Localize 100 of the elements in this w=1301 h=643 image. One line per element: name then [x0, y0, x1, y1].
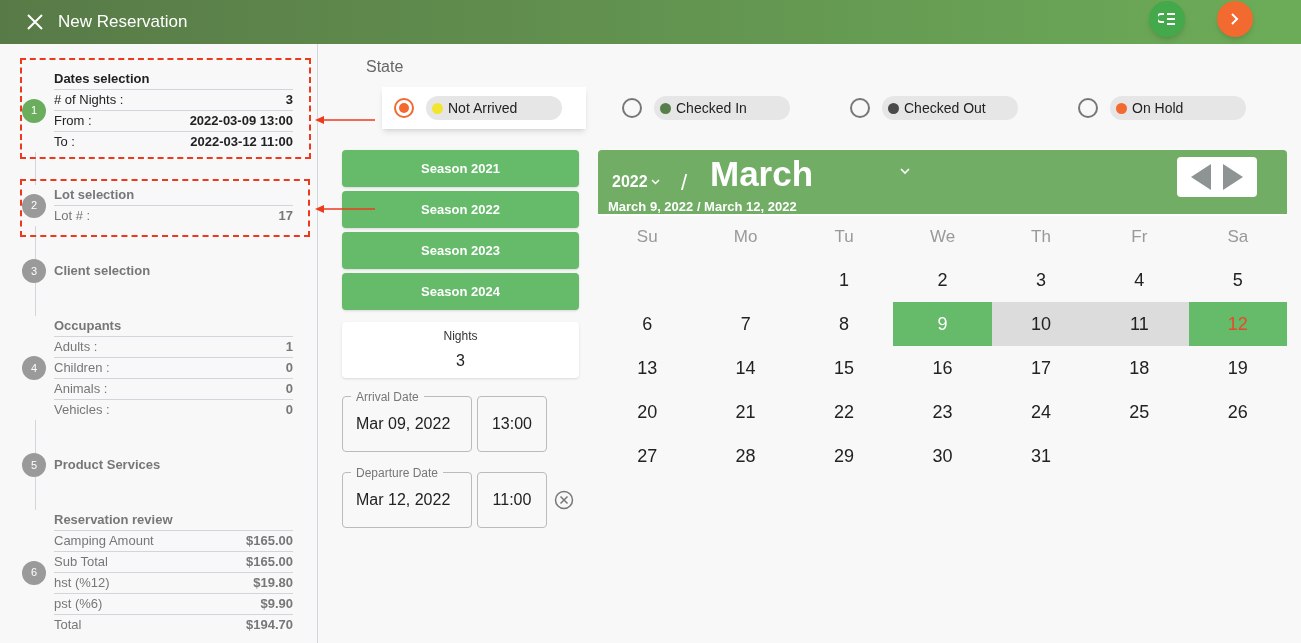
calendar-day[interactable]: 28 — [696, 434, 795, 478]
calendar-day[interactable]: 19 — [1188, 346, 1287, 390]
calendar-day[interactable]: 27 — [598, 434, 697, 478]
calendar-day[interactable]: 4 — [1090, 258, 1189, 302]
field-value: $19.80 — [253, 574, 293, 593]
radio-button[interactable] — [1078, 98, 1098, 118]
radio-button[interactable] — [622, 98, 642, 118]
pointer-arrow — [315, 115, 375, 125]
next-button[interactable] — [1217, 1, 1253, 37]
calendar-day[interactable]: 25 — [1090, 390, 1189, 434]
weekday-label: Tu — [833, 226, 855, 249]
field-label: # of Nights : — [54, 91, 124, 110]
calendar-day[interactable]: 31 — [991, 434, 1091, 478]
time-field[interactable]: 11:00 — [477, 472, 547, 528]
previous-icon[interactable] — [1191, 164, 1211, 190]
chevron-right-icon — [1231, 13, 1239, 25]
weekday-label: Fr — [1130, 226, 1149, 249]
calendar-day[interactable]: 26 — [1188, 390, 1287, 434]
nights-value: 3 — [456, 351, 465, 371]
field-value: 2022-03-09 13:00 — [189, 112, 293, 131]
field-value: $194.70 — [246, 616, 293, 635]
calendar-day[interactable]: 22 — [794, 390, 894, 434]
step-title: Occupants — [54, 317, 123, 335]
status-label: Not Arrived — [448, 98, 518, 118]
field-label: Adults : — [54, 338, 98, 357]
calendar-day[interactable]: 11 — [1090, 302, 1189, 346]
calendar-day[interactable]: 7 — [696, 302, 795, 346]
calendar-day[interactable]: 18 — [1090, 346, 1189, 390]
calendar-day[interactable]: 15 — [794, 346, 894, 390]
clear-button[interactable] — [554, 490, 574, 510]
field-value: 2022-03-12 11:00 — [190, 133, 293, 152]
field-label: From : — [54, 112, 92, 131]
field-value: $165.00 — [246, 553, 293, 572]
chevron-down-icon[interactable] — [900, 168, 910, 175]
weekday-label: Mo — [732, 226, 759, 249]
weekday-label: We — [928, 226, 957, 249]
close-icon — [27, 14, 43, 30]
calendar-day[interactable]: 29 — [794, 434, 894, 478]
field-label: Camping Amount — [54, 532, 154, 551]
window-title: New Reservation — [58, 11, 188, 34]
field-label: Vehicles : — [54, 401, 110, 420]
field-label: To : — [54, 133, 75, 152]
status-label: Checked In — [676, 98, 747, 118]
month-title: March — [710, 156, 814, 191]
calendar-day[interactable]: 8 — [794, 302, 894, 346]
section-label: State — [366, 57, 404, 77]
calendar-day[interactable]: 23 — [893, 390, 992, 434]
calendar-day[interactable]: 1 — [794, 258, 894, 302]
step-title: Dates selection — [54, 70, 151, 88]
calendar-day[interactable]: 14 — [696, 346, 795, 390]
field-label: Sub Total — [54, 553, 108, 572]
step-title: Client selection — [54, 262, 152, 280]
field-value: 1 — [285, 338, 293, 357]
field-label: Total — [54, 616, 82, 635]
field-value: 17 — [278, 207, 293, 226]
status-label: On Hold — [1132, 98, 1184, 118]
calendar-day[interactable]: 3 — [991, 258, 1091, 302]
calendar-day[interactable]: 10 — [991, 302, 1091, 346]
field-label: pst (%6) — [54, 595, 103, 614]
date-range: March 9, 2022 / March 12, 2022 — [608, 198, 797, 216]
next-icon[interactable] — [1223, 164, 1243, 190]
calendar-day[interactable]: 21 — [696, 390, 795, 434]
field-label: Animals : — [54, 380, 108, 399]
calendar-day[interactable]: 13 — [598, 346, 697, 390]
step-title: Reservation review — [54, 511, 174, 529]
calendar-day[interactable]: 2 — [893, 258, 992, 302]
field-label: hst (%12) — [54, 574, 110, 593]
step-number: 5 — [22, 453, 46, 477]
step-title: Product Services — [54, 456, 162, 474]
calendar-day[interactable]: 6 — [598, 302, 697, 346]
step-number: 4 — [22, 356, 46, 380]
calendar-day[interactable]: 5 — [1188, 258, 1287, 302]
calendar-day[interactable]: 20 — [598, 390, 697, 434]
radio-button[interactable] — [394, 98, 414, 118]
separator: / — [681, 169, 688, 197]
chevron-down-icon — [650, 179, 660, 185]
weekday-label: Th — [1030, 226, 1052, 249]
list-button[interactable] — [1149, 1, 1185, 37]
step-number: 6 — [22, 560, 46, 585]
field-value: $165.00 — [246, 532, 293, 551]
step-number: 1 — [22, 98, 46, 123]
step-title: Lot selection — [54, 186, 136, 204]
field-value: $9.90 — [260, 595, 293, 614]
weekday-label: Sa — [1226, 226, 1250, 249]
status-label: Checked Out — [904, 98, 986, 118]
calendar-day[interactable]: 24 — [991, 390, 1091, 434]
nights-label: Nights — [443, 328, 478, 345]
pointer-arrow — [315, 204, 375, 214]
radio-button[interactable] — [850, 98, 870, 118]
calendar-day[interactable]: 30 — [893, 434, 992, 478]
field-value: 3 — [285, 91, 293, 110]
list-icon — [1158, 12, 1176, 26]
calendar-day[interactable]: 17 — [991, 346, 1091, 390]
weekday-label: Su — [635, 226, 659, 249]
step-number: 2 — [22, 193, 46, 218]
field-label: Lot # : — [54, 207, 91, 226]
calendar-day[interactable]: 16 — [893, 346, 992, 390]
time-field[interactable]: 13:00 — [477, 396, 547, 452]
field-value: 0 — [285, 359, 293, 378]
step-number: 3 — [22, 259, 46, 283]
